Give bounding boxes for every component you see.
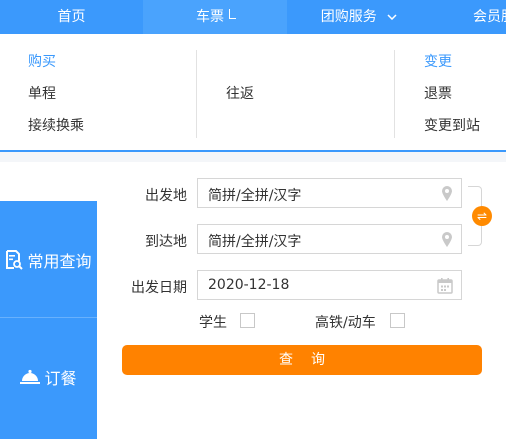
calendar-icon (437, 277, 453, 298)
highspeed-checkbox[interactable] (390, 313, 405, 328)
to-station-input[interactable]: 简拼/全拼/汉字 (197, 224, 462, 254)
from-station-label: 出发地 (145, 188, 187, 204)
meal-cloche-icon (20, 369, 41, 385)
side-item-meal-order[interactable]: 订餐 (0, 318, 97, 435)
departure-date-label: 出发日期 (131, 280, 187, 296)
nav-group-service[interactable]: 团购服务 (287, 0, 431, 34)
student-label: 学生 (199, 315, 227, 331)
from-station-placeholder: 简拼/全拼/汉字 (208, 188, 302, 204)
location-pin-icon (441, 231, 453, 252)
top-nav: 首页 车票 团购服务 会员服 (0, 0, 506, 34)
dropdown-change-header[interactable]: 变更 (424, 51, 452, 71)
tickets-dropdown: 购买 单程 接续换乘 往返 变更 退票 变更到站 (0, 34, 506, 152)
dropdown-one-way[interactable]: 单程 (28, 83, 56, 103)
dropdown-change-destination[interactable]: 变更到站 (424, 115, 480, 135)
location-pin-icon (441, 185, 453, 206)
dropdown-transfer[interactable]: 接续换乘 (28, 115, 84, 135)
to-station-label: 到达地 (145, 234, 187, 250)
dropdown-round-trip[interactable]: 往返 (226, 83, 254, 103)
side-menu: 常用查询 订餐 (0, 201, 97, 439)
dropdown-divider (394, 50, 395, 138)
student-checkbox[interactable] (240, 313, 255, 328)
swap-stations-button[interactable]: ⇌ (472, 206, 492, 226)
nav-home[interactable]: 首页 (0, 0, 143, 34)
mouse-cursor-icon (229, 9, 236, 19)
dropdown-refund[interactable]: 退票 (424, 83, 452, 103)
side-item-common-query-label: 常用查询 (27, 251, 92, 271)
nav-group-service-label: 团购服务 (320, 9, 377, 25)
query-button[interactable]: 查询 (122, 345, 482, 375)
nav-tickets[interactable]: 车票 (143, 0, 287, 34)
highspeed-label: 高铁/动车 (315, 315, 376, 331)
departure-date-value: 2020-12-18 (208, 277, 290, 293)
swap-icon: ⇌ (476, 209, 488, 223)
dropdown-divider (196, 50, 197, 138)
from-station-input[interactable]: 简拼/全拼/汉字 (197, 178, 462, 208)
nav-tickets-label: 车票 (196, 9, 224, 25)
dropdown-buy-header[interactable]: 购买 (28, 51, 56, 71)
side-item-common-query[interactable]: 常用查询 (0, 201, 97, 318)
search-document-icon (5, 249, 24, 270)
query-button-label: 查询 (279, 352, 343, 368)
departure-date-input[interactable]: 2020-12-18 (197, 270, 462, 300)
background-strip (0, 152, 506, 162)
to-station-placeholder: 简拼/全拼/汉字 (208, 234, 302, 250)
side-item-meal-order-label: 订餐 (44, 368, 77, 388)
nav-home-label: 首页 (57, 9, 86, 25)
nav-member-service-label: 会员服 (473, 9, 506, 25)
chevron-down-icon (387, 1, 397, 35)
nav-member-service[interactable]: 会员服 (431, 0, 506, 34)
